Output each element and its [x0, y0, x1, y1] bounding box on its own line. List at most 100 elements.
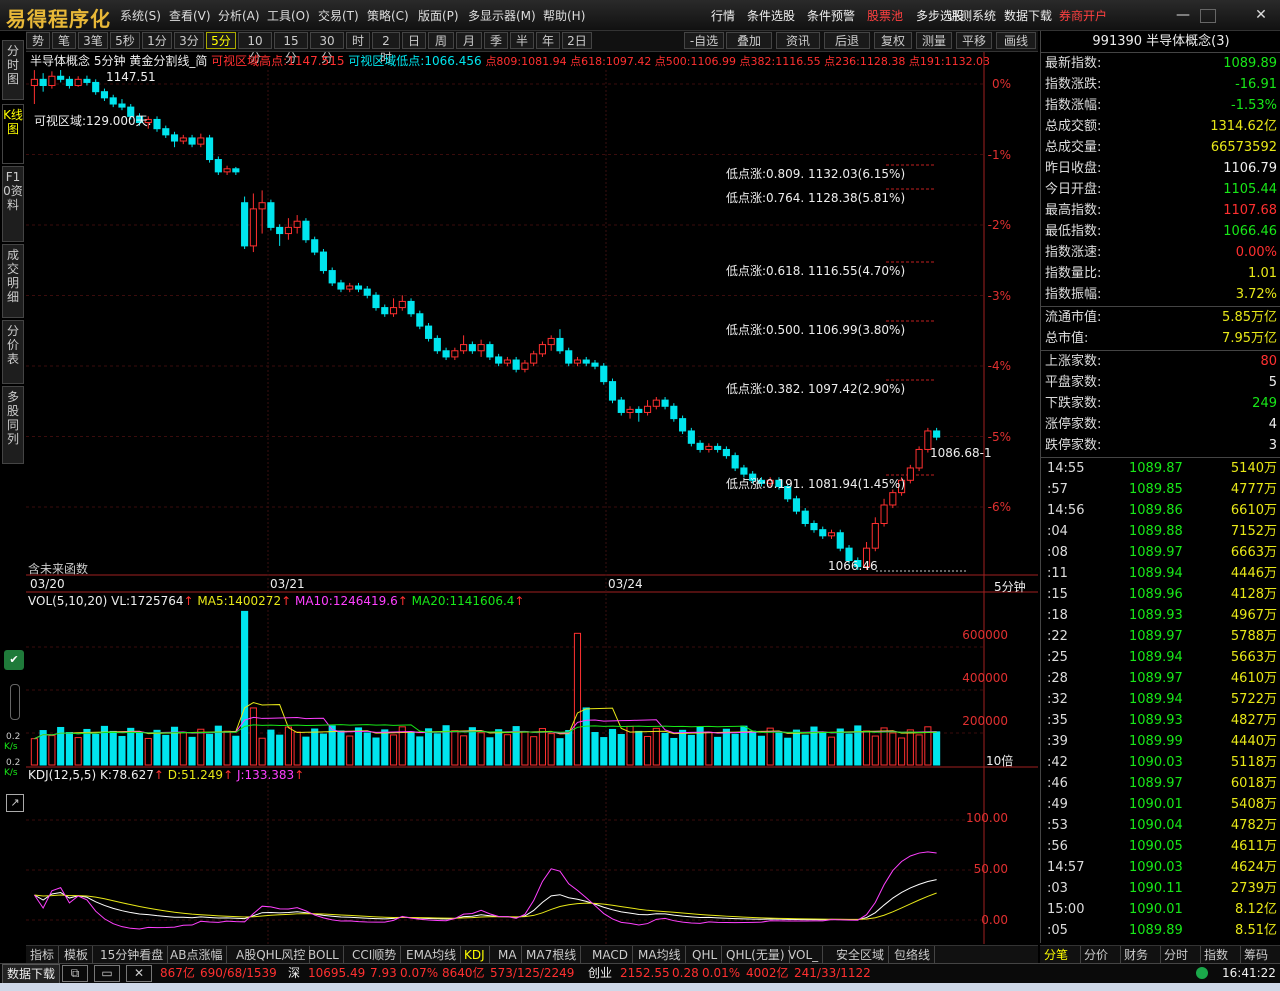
- vtab-3[interactable]: 成交明细: [2, 244, 24, 318]
- period-5[interactable]: 3分: [174, 32, 204, 49]
- volume-bar: [836, 728, 844, 766]
- vtab-4[interactable]: 分价表: [2, 320, 24, 384]
- menu-item-8[interactable]: 帮助(H): [543, 7, 585, 24]
- chart-canvas[interactable]: [26, 52, 1038, 944]
- period-16[interactable]: 半: [510, 32, 534, 49]
- menu-item-2[interactable]: 分析(A): [218, 7, 260, 24]
- indicator-tab-5[interactable]: BOLL: [304, 946, 344, 964]
- tool-4[interactable]: 复权: [874, 32, 912, 49]
- period-17[interactable]: 年: [536, 32, 560, 49]
- indicator-tab-11[interactable]: MACD: [588, 946, 633, 964]
- menu-item-5[interactable]: 策略(C): [367, 7, 409, 24]
- period-0[interactable]: 势: [26, 32, 50, 49]
- menu-item-6[interactable]: 版面(P): [418, 7, 459, 24]
- period-1[interactable]: 笔: [52, 32, 76, 49]
- indicator-tab-13[interactable]: QHL: [688, 946, 723, 964]
- indicator-tab-1[interactable]: 模板: [60, 946, 94, 964]
- candle-body: [179, 137, 187, 142]
- menu-item-1[interactable]: 查看(V): [169, 7, 211, 24]
- period-7[interactable]: 10分: [238, 32, 272, 65]
- vtab-1[interactable]: K线图: [2, 104, 24, 164]
- minimize-icon[interactable]: —: [1170, 5, 1196, 25]
- top-nav-5[interactable]: 评测系统: [948, 7, 996, 24]
- right-tab-0[interactable]: 分笔: [1040, 946, 1081, 964]
- indicator-tab-14[interactable]: QHL(无量): [722, 946, 790, 964]
- indicator-tab-10[interactable]: MA7根线: [522, 946, 582, 964]
- tool-7[interactable]: 画线: [996, 32, 1036, 49]
- candle-body: [424, 325, 433, 339]
- right-tab-2[interactable]: 财务: [1120, 946, 1161, 964]
- top-nav-3[interactable]: 股票池: [867, 7, 903, 24]
- period-3[interactable]: 5秒: [110, 32, 140, 49]
- indicator-tab-4[interactable]: A股QHL风控: [232, 946, 311, 964]
- top-nav-7[interactable]: 券商开户: [1059, 7, 1107, 24]
- window-tile-icon[interactable]: ⧉: [62, 965, 88, 982]
- indicator-tab-3[interactable]: AB点涨幅: [166, 946, 228, 964]
- indicator-tab-9[interactable]: MA: [494, 946, 522, 964]
- tool-5[interactable]: 测量: [916, 32, 952, 49]
- tool-0[interactable]: -自选: [684, 32, 724, 49]
- menu-item-7[interactable]: 多显示器(M): [468, 7, 536, 24]
- tick-row: :49 1090.01 5408万: [1045, 794, 1277, 815]
- period-13[interactable]: 周: [428, 32, 454, 49]
- tool-6[interactable]: 平移: [956, 32, 992, 49]
- volume-bar: [871, 735, 879, 766]
- restore-icon[interactable]: [1200, 9, 1216, 23]
- tick-price: 1090.04: [1129, 818, 1183, 833]
- close-icon[interactable]: ✕: [1248, 5, 1274, 25]
- period-4[interactable]: 1分: [142, 32, 172, 49]
- candle-body: [792, 498, 801, 512]
- top-nav-1[interactable]: 条件选股: [747, 7, 795, 24]
- candle-body: [39, 78, 47, 87]
- period-15[interactable]: 季: [484, 32, 508, 49]
- menu-item-3[interactable]: 工具(O): [267, 7, 310, 24]
- right-tab-5[interactable]: 筹码: [1240, 946, 1280, 964]
- chart-area[interactable]: 半导体概念 5分钟 黄金分割线_简 可视区域高点:1147.515 可视区域低点…: [26, 52, 1038, 944]
- quote-key: 指数量比:: [1045, 266, 1102, 281]
- period-2[interactable]: 3笔: [78, 32, 108, 49]
- tool-1[interactable]: 叠加: [726, 32, 772, 49]
- indicator-tab-12[interactable]: MA均线: [634, 946, 686, 964]
- period-6[interactable]: 5分: [206, 32, 236, 49]
- volume-slider[interactable]: [10, 684, 20, 720]
- quote-value: 80: [1260, 354, 1277, 369]
- period-8[interactable]: 15分: [274, 32, 308, 65]
- window-close-icon[interactable]: ✕: [126, 965, 152, 982]
- top-nav-0[interactable]: 行情: [711, 7, 735, 24]
- period-11[interactable]: 2时: [372, 32, 400, 65]
- data-download-button[interactable]: 数据下载: [2, 964, 61, 984]
- indicator-tab-15[interactable]: VOL_: [784, 946, 824, 964]
- candle-body: [503, 359, 511, 364]
- connection-icon[interactable]: [1196, 967, 1208, 979]
- period-10[interactable]: 时: [346, 32, 370, 49]
- tick-time: :32: [1047, 692, 1068, 707]
- volume-bar: [83, 728, 91, 766]
- menu-item-0[interactable]: 系统(S): [120, 7, 161, 24]
- right-tab-1[interactable]: 分价: [1080, 946, 1121, 964]
- indicator-tab-17[interactable]: 包络线: [890, 946, 936, 964]
- right-tab-3[interactable]: 分时: [1160, 946, 1201, 964]
- vtab-5[interactable]: 多股同列: [2, 386, 24, 464]
- indicator-tab-8[interactable]: KDJ: [460, 946, 490, 964]
- tool-2[interactable]: 资讯: [776, 32, 820, 49]
- indicator-tab-0[interactable]: 指标: [26, 946, 60, 964]
- chart-tool-icon[interactable]: ↗: [6, 794, 24, 812]
- period-14[interactable]: 月: [456, 32, 482, 49]
- indicator-tab-16[interactable]: 安全区域: [832, 946, 890, 964]
- indicator-tab-2[interactable]: 15分钟看盘: [96, 946, 169, 964]
- vtab-2[interactable]: F10资料: [2, 166, 24, 242]
- menu-item-4[interactable]: 交易(T): [318, 7, 359, 24]
- period-9[interactable]: 30分: [310, 32, 344, 65]
- shield-icon[interactable]: ✔: [4, 650, 24, 670]
- tool-3[interactable]: 后退: [824, 32, 870, 49]
- period-18[interactable]: 2日: [562, 32, 592, 49]
- right-tab-4[interactable]: 指数: [1200, 946, 1241, 964]
- indicator-tab-6[interactable]: CCI顺势: [348, 946, 402, 964]
- top-nav-6[interactable]: 数据下载: [1004, 7, 1052, 24]
- window-restore-icon[interactable]: ▭: [94, 965, 120, 982]
- tick-amount: 4827万: [1230, 713, 1277, 728]
- period-12[interactable]: 日: [402, 32, 426, 49]
- vtab-0[interactable]: 分时图: [2, 40, 24, 100]
- top-nav-2[interactable]: 条件预警: [807, 7, 855, 24]
- indicator-tab-7[interactable]: EMA均线: [402, 946, 462, 964]
